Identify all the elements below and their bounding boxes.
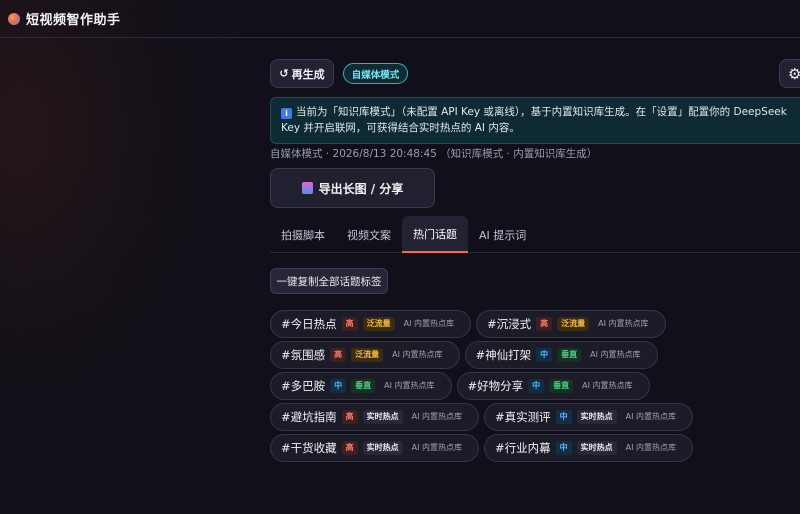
- topic-type-badge: 垂直: [549, 379, 574, 393]
- topic-source: AI 内置热点库: [598, 319, 649, 328]
- heat-level-badge: 高: [536, 317, 553, 331]
- topic-tag: #干货收藏: [281, 441, 337, 455]
- mode-notice: i 当前为「知识库模式」（未配置 API Key 或离线），基于内置知识库生成。在…: [270, 97, 800, 144]
- topic-source: AI 内置热点库: [392, 350, 443, 359]
- topic-source: AI 内置热点库: [411, 412, 463, 421]
- tab-video-copy[interactable]: 视频文案: [336, 216, 402, 253]
- topic-type-badge: 泛流量: [557, 317, 590, 331]
- export-image-button[interactable]: 导出长图 / 分享: [270, 168, 435, 208]
- tab-hot-topics[interactable]: 热门话题: [402, 216, 468, 253]
- topic-source: AI 内置热点库: [590, 350, 641, 359]
- topic-tag: #避坑指南: [281, 410, 337, 424]
- mode-badge: 自媒体模式: [343, 63, 408, 84]
- heat-level-badge: 中: [536, 348, 553, 362]
- generation-meta: 自媒体模式 · 2026/8/13 20:48:45 （知识库模式 · 内置知识…: [270, 148, 598, 160]
- topic-tag: #氛围感: [281, 348, 326, 362]
- topic-source: AI 内置热点库: [625, 412, 677, 421]
- heat-level-badge: 中: [330, 379, 347, 393]
- topic-tag: #今日热点: [281, 317, 337, 331]
- topic-chip[interactable]: #多巴胺中垂直 AI 内置热点库: [270, 372, 452, 400]
- topic-type-badge: 实时热点: [576, 441, 617, 455]
- topic-chip[interactable]: #今日热点高泛流量 AI 内置热点库: [270, 310, 472, 338]
- heat-level-badge: 高: [330, 348, 347, 362]
- heat-level-badge: 中: [528, 379, 545, 393]
- tab-ai-prompts[interactable]: AI 提示词: [468, 216, 537, 253]
- copy-all-tags-button[interactable]: 一键复制全部话题标签: [270, 268, 388, 294]
- content-tabs: 拍摄脚本 视频文案 热门话题 AI 提示词: [270, 216, 800, 253]
- topic-chip[interactable]: #真实测评中实时热点 AI 内置热点库: [484, 403, 694, 431]
- heat-level-badge: 高: [341, 317, 358, 331]
- topic-source: AI 内置热点库: [625, 443, 677, 452]
- topic-list: #今日热点高泛流量 AI 内置热点库 #沉浸式高泛流量 AI 内置热点库 #氛围感高泛流…: [270, 310, 694, 465]
- topic-chip[interactable]: #避坑指南高实时热点 AI 内置热点库: [270, 403, 480, 431]
- topic-type-badge: 实时热点: [576, 410, 617, 424]
- topic-type-badge: 泛流量: [351, 348, 384, 362]
- topic-row: #今日热点高泛流量 AI 内置热点库 #沉浸式高泛流量 AI 内置热点库: [270, 310, 690, 338]
- topic-tag: #行业内幕: [495, 441, 551, 455]
- topic-source: AI 内置热点库: [403, 319, 455, 328]
- app-title: 短视频智作助手: [26, 13, 121, 28]
- topic-tag: #沉浸式: [487, 317, 532, 331]
- refresh-icon: ↺: [279, 67, 289, 80]
- tab-shooting-script[interactable]: 拍摄脚本: [270, 216, 336, 253]
- topic-tag: #好物分享: [467, 379, 524, 393]
- topic-type-badge: 垂直: [351, 379, 376, 393]
- topic-tag: #多巴胺: [281, 379, 326, 393]
- topic-chip[interactable]: #好物分享中垂直 AI 内置热点库: [456, 372, 650, 400]
- heat-level-badge: 中: [555, 441, 572, 455]
- topic-chip[interactable]: #干货收藏高实时热点 AI 内置热点库: [270, 434, 480, 462]
- topic-chip[interactable]: #沉浸式高泛流量 AI 内置热点库: [476, 310, 666, 338]
- info-icon: i: [281, 108, 292, 119]
- heat-level-badge: 中: [555, 410, 572, 424]
- app-logo-icon: [8, 12, 20, 25]
- export-icon: [301, 182, 313, 194]
- topic-tag: #真实测评: [495, 410, 551, 424]
- topic-source: AI 内置热点库: [384, 381, 435, 390]
- topic-row: #氛围感高泛流量 AI 内置热点库 #神仙打架中垂直 AI 内置热点库: [270, 341, 690, 369]
- topic-type-badge: 实时热点: [362, 441, 403, 455]
- regenerate-button[interactable]: ↺ 再生成: [270, 59, 334, 88]
- settings-button[interactable]: ⚙: [779, 59, 800, 88]
- heat-level-badge: 高: [341, 410, 358, 424]
- regenerate-label: 再生成: [291, 67, 325, 81]
- heat-level-badge: 高: [341, 441, 358, 455]
- topic-tag: #神仙打架: [475, 348, 532, 362]
- topic-row: #避坑指南高实时热点 AI 内置热点库 #真实测评中实时热点 AI 内置热点库: [270, 403, 694, 431]
- topic-source: AI 内置热点库: [582, 381, 633, 390]
- topic-source: AI 内置热点库: [411, 443, 463, 452]
- topic-row: #多巴胺中垂直 AI 内置热点库 #好物分享中垂直 AI 内置热点库: [270, 372, 690, 400]
- notice-text: 当前为「知识库模式」（未配置 API Key 或离线），基于内置知识库生成。在「…: [281, 106, 787, 134]
- top-bar: 短视频智作助手: [0, 0, 800, 38]
- topic-type-badge: 垂直: [557, 348, 582, 362]
- topic-row: #干货收藏高实时热点 AI 内置热点库 #行业内幕中实时热点 AI 内置热点库: [270, 434, 694, 462]
- gear-icon: ⚙: [788, 64, 800, 83]
- topic-chip[interactable]: #神仙打架中垂直 AI 内置热点库: [464, 341, 658, 369]
- topic-chip[interactable]: #行业内幕中实时热点 AI 内置热点库: [484, 434, 694, 462]
- topic-chip[interactable]: #氛围感高泛流量 AI 内置热点库: [270, 341, 460, 369]
- export-label: 导出长图 / 分享: [318, 181, 404, 196]
- topic-type-badge: 泛流量: [362, 317, 395, 331]
- topic-type-badge: 实时热点: [362, 410, 403, 424]
